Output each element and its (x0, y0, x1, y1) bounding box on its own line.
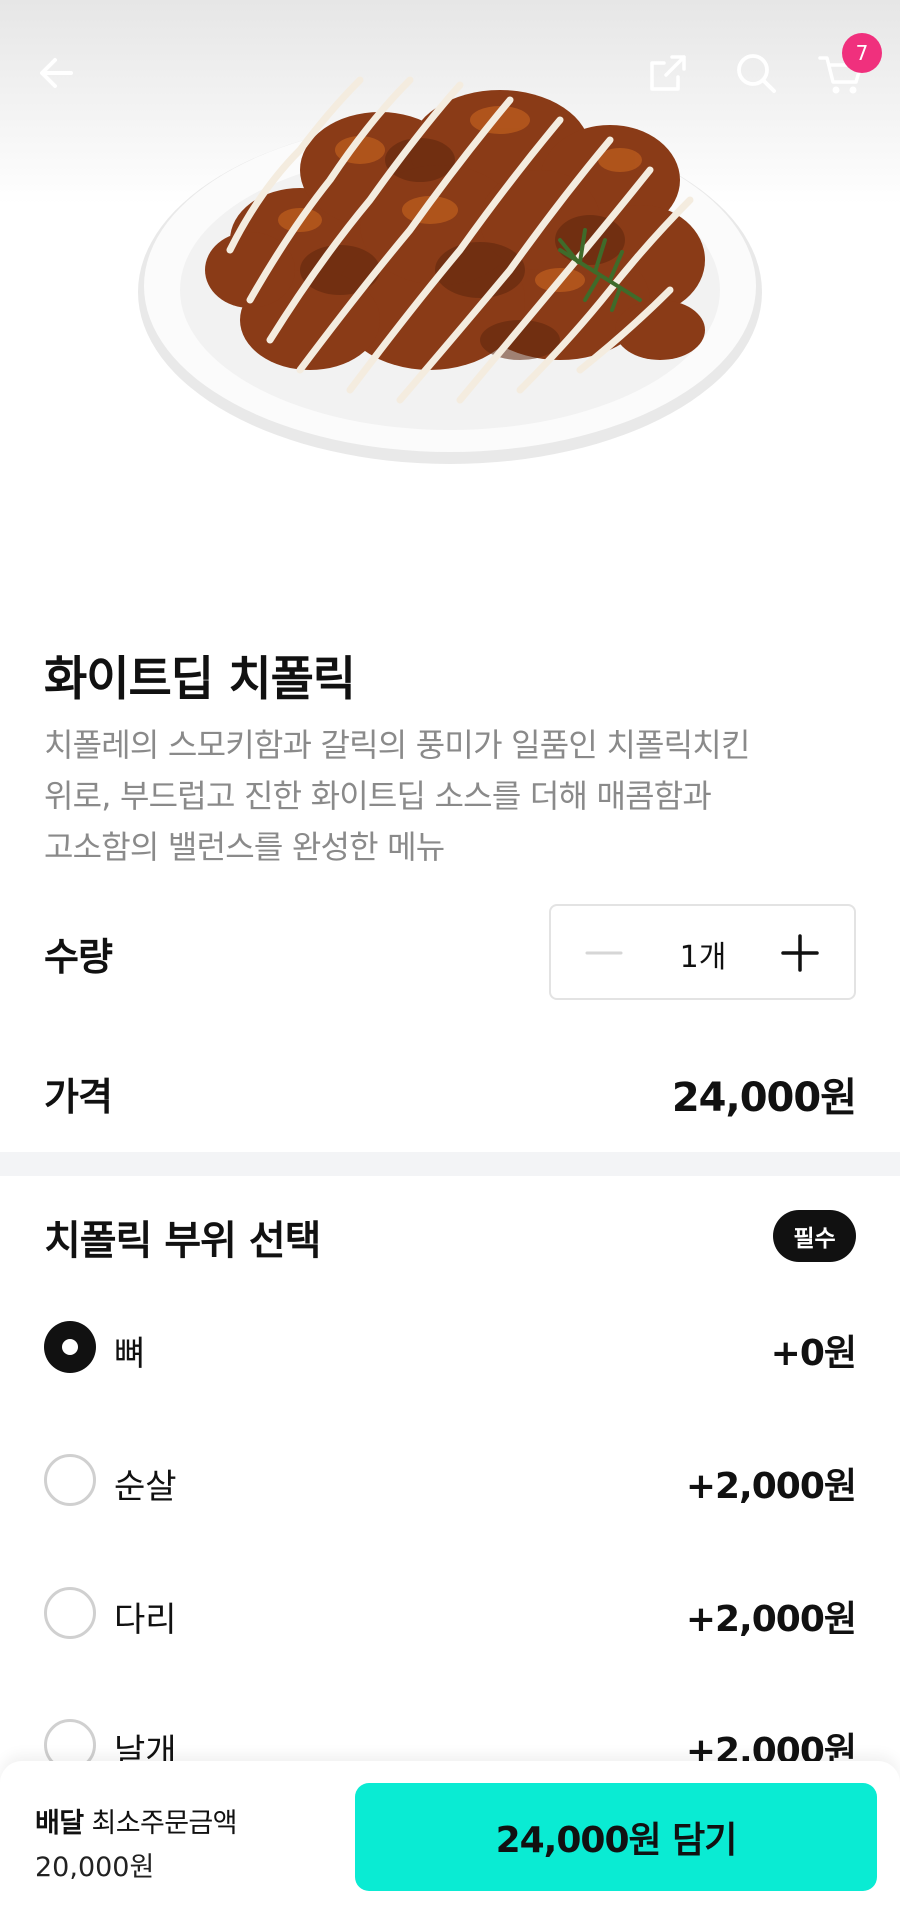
decrease-button[interactable] (581, 930, 627, 976)
option-row-bone[interactable]: 뼈 +0원 (0, 1302, 900, 1392)
radio-unselected[interactable] (44, 1454, 96, 1506)
description-line: 위로, 부드럽고 진한 화이트딥 소스를 더해 매콤함과 (44, 777, 712, 815)
description-line: 치폴레의 스모키함과 갈릭의 풍미가 일품인 치폴릭치킨 (44, 726, 750, 764)
share-button[interactable] (633, 38, 703, 108)
price-value: 24,000원 (671, 1075, 857, 1121)
option-row-boneless[interactable]: 순살 +2,000원 (0, 1435, 900, 1525)
radio-unselected[interactable] (44, 1587, 96, 1639)
radio-selected[interactable] (44, 1321, 96, 1373)
part-select-title: 치폴릭 부위 선택 (44, 1218, 321, 1264)
min-order-caption: 배달 최소주문금액 (35, 1801, 238, 1840)
quantity-stepper: 1개 (549, 904, 856, 1000)
search-icon (737, 54, 776, 93)
section-divider (0, 1152, 900, 1176)
option-label: 뼈 (114, 1334, 146, 1374)
share-icon (650, 55, 686, 91)
top-navigation-bar: 7 (0, 0, 900, 150)
option-label: 다리 (114, 1600, 177, 1640)
option-price: +2,000원 (685, 1466, 857, 1507)
plus-icon (781, 934, 819, 972)
product-name: 화이트딥 치폴릭 (44, 652, 356, 707)
option-label: 순살 (114, 1467, 177, 1507)
add-to-cart-button[interactable]: 24,000원 담기 (355, 1783, 877, 1891)
quantity-value: 1개 (679, 940, 727, 975)
min-order-label: 최소주문금액 (91, 1808, 237, 1839)
price-label: 가격 (44, 1075, 113, 1119)
min-order-value: 20,000원 (35, 1852, 155, 1883)
required-badge: 필수 (773, 1210, 856, 1262)
increase-button[interactable] (777, 930, 823, 976)
description-line: 고소함의 밸런스를 완성한 메뉴 (44, 828, 445, 866)
quantity-label: 수량 (44, 935, 113, 979)
cart-count-badge: 7 (842, 33, 882, 73)
minus-icon (585, 951, 623, 955)
product-description: 치폴레의 스모키함과 갈릭의 풍미가 일품인 치폴릭치킨 위로, 부드럽고 진한… (44, 720, 824, 873)
back-button[interactable] (22, 38, 92, 108)
arrow-left-icon (40, 58, 73, 88)
delivery-label: 배달 (35, 1808, 84, 1839)
option-row-leg[interactable]: 다리 +2,000원 (0, 1568, 900, 1658)
option-price: +0원 (770, 1333, 857, 1374)
option-price: +2,000원 (685, 1599, 857, 1640)
search-button[interactable] (721, 38, 791, 108)
bottom-action-bar: 배달 최소주문금액 20,000원 24,000원 담기 (0, 1761, 900, 1915)
